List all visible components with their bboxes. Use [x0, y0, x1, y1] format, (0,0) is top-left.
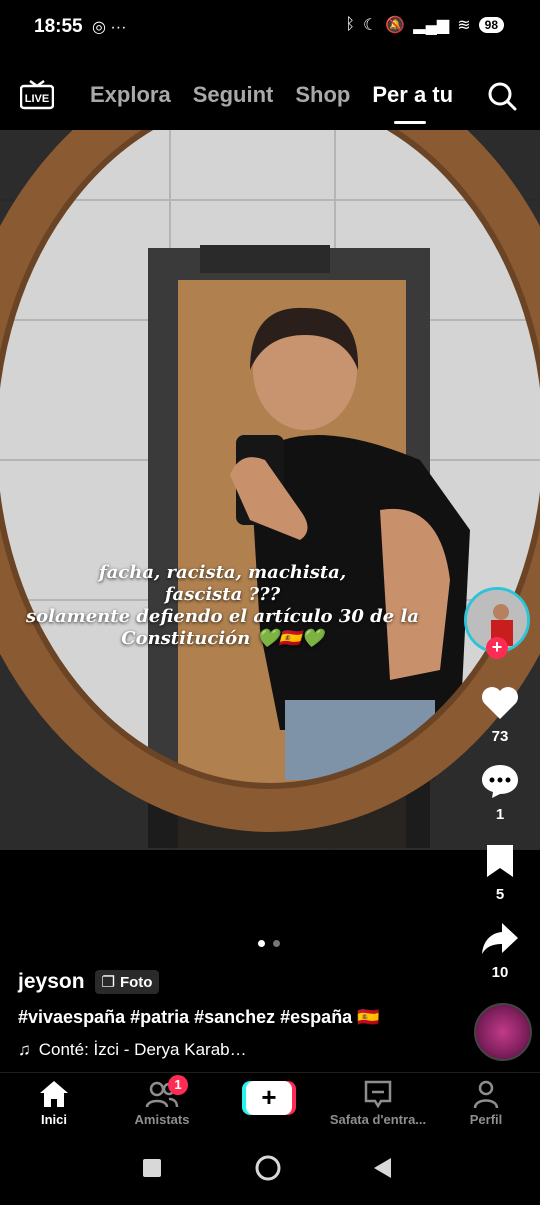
recents-icon[interactable] [143, 1159, 161, 1177]
nav-home-label: Inici [40, 1112, 67, 1127]
post-photo[interactable] [0, 130, 540, 850]
signal-icon: ▂▄▆ [413, 17, 450, 34]
nav-profile[interactable]: Perfil [436, 1079, 536, 1127]
tab-shop[interactable]: Shop [295, 82, 350, 108]
photo-type-label: Foto [119, 973, 153, 991]
caption-line: facha, racista, machista, [98, 562, 347, 583]
home-system-icon[interactable] [255, 1155, 281, 1181]
save-button[interactable]: 5 [460, 843, 540, 903]
music-title: Conté: İzci - Derya Karab… [38, 1040, 247, 1059]
photo-pagination [258, 940, 280, 947]
friends-notification-badge: 1 [168, 1075, 188, 1095]
page-dot-active [258, 940, 265, 947]
svg-text:LIVE: LIVE [25, 93, 49, 105]
post-author: jeyson ❐ Foto [18, 970, 160, 994]
feed-tabs: Explora Seguint Shop Per a tu [90, 82, 453, 108]
heart-icon [482, 687, 518, 719]
follow-button[interactable]: + [486, 637, 508, 659]
moon-icon: ☾ [363, 17, 378, 34]
share-icon [482, 923, 518, 954]
live-icon[interactable]: LIVE [20, 80, 54, 110]
nav-inbox[interactable]: Safata d'entra... [320, 1079, 436, 1127]
like-button[interactable]: 73 [460, 685, 540, 745]
active-tab-indicator [394, 121, 426, 124]
status-time: 18:55 [34, 16, 83, 37]
top-nav: LIVE Explora Seguint Shop Per a tu [0, 62, 540, 130]
page-dot [273, 940, 280, 947]
mute-icon: 🔕 [385, 17, 406, 34]
bluetooth-icon: ᛒ [345, 16, 356, 33]
post-hashtags[interactable]: #vivaespaña #patria #sanchez #españa 🇪🇸 [18, 1007, 380, 1028]
author-username[interactable]: jeyson [18, 970, 85, 994]
mirror-selfie-image [0, 130, 540, 850]
profile-icon [473, 1080, 499, 1109]
music-info[interactable]: ♫ Conté: İzci - Derya Karab… [18, 1040, 247, 1060]
music-note-icon: ♫ [18, 1040, 31, 1059]
nav-friends[interactable]: Amistats [112, 1079, 212, 1127]
photo-caption-overlay: facha, racista, machista, fascista ??? s… [0, 562, 445, 650]
home-icon [40, 1081, 68, 1107]
nav-inbox-label: Safata d'entra... [329, 1112, 427, 1127]
tab-seguint[interactable]: Seguint [193, 82, 274, 108]
back-icon[interactable] [374, 1158, 391, 1178]
create-button[interactable]: + [242, 1081, 296, 1115]
photo-type-badge: ❐ Foto [94, 970, 160, 994]
photo-icon: ❐ [101, 974, 115, 991]
tab-per-a-tu[interactable]: Per a tu [372, 82, 453, 108]
whatsapp-icon: ◎ ··· [92, 19, 127, 36]
comment-icon [482, 765, 518, 798]
search-icon[interactable] [486, 80, 518, 112]
inbox-icon [364, 1080, 392, 1109]
bookmark-icon [487, 845, 513, 877]
save-count: 5 [495, 886, 505, 903]
nav-profile-label: Perfil [469, 1112, 503, 1127]
share-button[interactable]: 10 [460, 921, 540, 981]
nav-home[interactable]: Inici [4, 1079, 104, 1127]
battery-indicator: 98 [478, 17, 504, 33]
comment-count: 1 [495, 806, 505, 823]
share-count: 10 [491, 964, 509, 981]
comment-button[interactable]: 1 [460, 763, 540, 823]
caption-line: Constitución 💚🇪🇸💚 [121, 628, 324, 649]
tab-explora[interactable]: Explora [90, 82, 171, 108]
music-disc[interactable] [474, 1003, 532, 1061]
bottom-nav: Inici Amistats 1 + Safata d'entra... Per… [0, 1072, 540, 1143]
nav-friends-label: Amistats [134, 1112, 190, 1127]
creator-avatar[interactable]: + [460, 585, 532, 659]
plus-icon: + [246, 1081, 292, 1115]
like-count: 73 [491, 728, 509, 745]
system-nav-bar [0, 1142, 540, 1200]
wifi-icon: ≋ [457, 17, 471, 34]
caption-line: fascista ??? [164, 584, 281, 605]
caption-line: solamente defiendo el artículo 30 de la [26, 606, 419, 627]
status-bar: 18:55 ◎ ··· ᛒ ☾ 🔕 ▂▄▆ ≋ 98 [0, 0, 540, 56]
